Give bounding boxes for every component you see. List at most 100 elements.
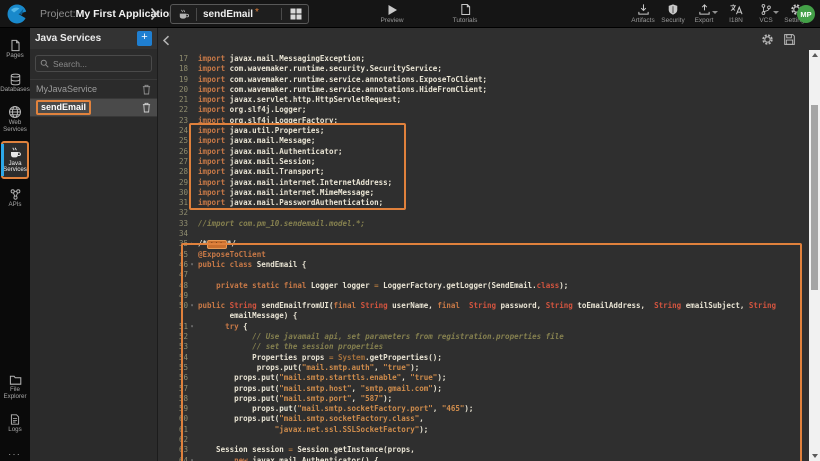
add-service-button[interactable]: + bbox=[137, 31, 152, 46]
code-line[interactable]: 61 "javax.net.ssl.SSLSocketFactory"); bbox=[162, 425, 806, 435]
nav-logs[interactable]: Logs bbox=[1, 408, 29, 438]
nav-apis[interactable]: APIs bbox=[1, 183, 29, 213]
code-line[interactable]: 64▾ new javax.mail.Authenticator() { bbox=[162, 456, 806, 461]
code-line[interactable]: 30import javax.mail.internet.MimeMessage… bbox=[162, 188, 806, 198]
code-line[interactable]: 49 bbox=[162, 291, 806, 301]
line-number: 29 bbox=[162, 178, 188, 188]
code-line[interactable]: 53 // set the session properties bbox=[162, 342, 806, 352]
dashboard-grid-icon[interactable] bbox=[281, 8, 302, 20]
code-line[interactable]: 52 // Use javamail api, set parameters f… bbox=[162, 332, 806, 342]
code-editor: 17import javax.mail.MessagingException;1… bbox=[158, 28, 820, 461]
code-line[interactable]: 58 props.put("mail.smtp.port", "587"); bbox=[162, 394, 806, 404]
code-line[interactable]: 57 props.put("mail.smtp.host", "smtp.gma… bbox=[162, 384, 806, 394]
line-number: 62 bbox=[162, 435, 188, 445]
scroll-down-button[interactable] bbox=[809, 451, 820, 461]
left-nav-rail: Pages Databases Web Services Java Servic… bbox=[0, 28, 30, 461]
scroll-up-button[interactable] bbox=[809, 50, 820, 60]
nav-pages[interactable]: Pages bbox=[1, 34, 29, 64]
editor-settings-button[interactable] bbox=[761, 33, 774, 46]
line-number: 64 bbox=[162, 456, 188, 461]
code-line[interactable]: 18import com.wavemaker.runtime.security.… bbox=[162, 64, 806, 74]
code-line[interactable]: 45@ExposeToClient bbox=[162, 250, 806, 260]
download-icon bbox=[637, 3, 650, 16]
code-line[interactable]: 35▸/*···*/ bbox=[162, 239, 806, 249]
code-line[interactable]: 54 Properties props = System.getProperti… bbox=[162, 353, 806, 363]
fold-marker bbox=[188, 116, 196, 126]
search-input[interactable] bbox=[53, 59, 143, 69]
fold-marker bbox=[188, 208, 196, 218]
line-number: 45 bbox=[162, 250, 188, 260]
code-line[interactable]: 56 props.put("mail.smtp.starttls.enable"… bbox=[162, 373, 806, 383]
nav-databases[interactable]: Databases bbox=[1, 68, 29, 98]
code-line[interactable]: 47 bbox=[162, 270, 806, 280]
code-line[interactable]: 28import javax.mail.Transport; bbox=[162, 167, 806, 177]
fold-marker: ▾ bbox=[188, 301, 196, 311]
search-box[interactable] bbox=[35, 55, 152, 72]
code-line[interactable]: 31import javax.mail.PasswordAuthenticati… bbox=[162, 198, 806, 208]
service-item-sendemail[interactable]: sendEmail bbox=[30, 98, 157, 117]
line-number: 25 bbox=[162, 136, 188, 146]
code-line[interactable]: 22import org.slf4j.Logger; bbox=[162, 105, 806, 115]
code-line[interactable]: emailMessage) { bbox=[162, 311, 806, 321]
fold-marker bbox=[188, 178, 196, 188]
code-line[interactable]: 60 props.put("mail.smtp.socketFactory.cl… bbox=[162, 414, 806, 424]
code-line[interactable]: 33//import com.pm_10.sendemail.model.*; bbox=[162, 219, 806, 229]
tutorials-button[interactable]: Tutorials bbox=[445, 3, 485, 24]
nav-file-explorer[interactable]: File Explorer bbox=[1, 371, 29, 404]
code-line[interactable]: 32 bbox=[162, 208, 806, 218]
nav-java-services[interactable]: Java Services bbox=[1, 141, 29, 180]
more-options-button[interactable]: ... bbox=[9, 448, 22, 457]
nav-web-services[interactable]: Web Services bbox=[1, 102, 29, 137]
user-avatar[interactable]: MP bbox=[797, 5, 815, 23]
line-number: 32 bbox=[162, 208, 188, 218]
line-number: 19 bbox=[162, 75, 188, 85]
wavemaker-logo-icon[interactable] bbox=[6, 3, 28, 25]
code-line[interactable]: 21import javax.servlet.http.HttpServletR… bbox=[162, 95, 806, 105]
fold-marker bbox=[188, 136, 196, 146]
fold-marker bbox=[188, 95, 196, 105]
fold-marker bbox=[188, 157, 196, 167]
fold-marker bbox=[188, 64, 196, 74]
fold-marker bbox=[188, 147, 196, 157]
code-line[interactable]: 59 props.put("mail.smtp.socketFactory.po… bbox=[162, 404, 806, 414]
code-line[interactable]: 17import javax.mail.MessagingException; bbox=[162, 54, 806, 64]
code-line[interactable]: 46▾public class SendEmail { bbox=[162, 260, 806, 270]
code-line[interactable]: 63 Session session = Session.getInstance… bbox=[162, 445, 806, 455]
line-number: 55 bbox=[162, 363, 188, 373]
line-number: 52 bbox=[162, 332, 188, 342]
code-line[interactable]: 34 bbox=[162, 229, 806, 239]
code-line[interactable]: 26import javax.mail.Authenticator; bbox=[162, 147, 806, 157]
line-number bbox=[162, 311, 188, 321]
save-button[interactable] bbox=[783, 33, 796, 46]
upload-icon bbox=[698, 3, 711, 16]
scroll-thumb[interactable] bbox=[811, 105, 818, 290]
code-line[interactable]: 50▾public String sendEmailfromUI(final S… bbox=[162, 301, 806, 311]
collapse-panel-button[interactable] bbox=[162, 35, 170, 46]
code-line[interactable]: 20import com.wavemaker.runtime.service.a… bbox=[162, 85, 806, 95]
fold-marker bbox=[188, 404, 196, 414]
code-line[interactable]: 25import javax.mail.Message; bbox=[162, 136, 806, 146]
code-line[interactable]: 23import org.slf4j.LoggerFactory; bbox=[162, 116, 806, 126]
delete-icon[interactable] bbox=[142, 84, 151, 95]
shield-icon bbox=[667, 3, 679, 16]
fold-marker bbox=[188, 229, 196, 239]
service-item-myjavaservice[interactable]: MyJavaService bbox=[30, 79, 157, 98]
code-line[interactable]: 19import com.wavemaker.runtime.service.a… bbox=[162, 75, 806, 85]
code-line[interactable]: 48 private static final Logger logger = … bbox=[162, 281, 806, 291]
fold-marker bbox=[188, 85, 196, 95]
line-number: 48 bbox=[162, 281, 188, 291]
scrollbar[interactable] bbox=[809, 50, 820, 461]
code-line[interactable]: 27import javax.mail.Session; bbox=[162, 157, 806, 167]
code-area[interactable]: 17import javax.mail.MessagingException;1… bbox=[162, 54, 806, 461]
code-line[interactable]: 29import javax.mail.internet.InternetAdd… bbox=[162, 178, 806, 188]
fold-marker bbox=[188, 291, 196, 301]
active-indicator bbox=[1, 144, 4, 177]
code-line[interactable]: 24import java.util.Properties; bbox=[162, 126, 806, 136]
fold-marker bbox=[188, 342, 196, 352]
delete-icon[interactable] bbox=[142, 102, 151, 113]
preview-button[interactable]: Preview bbox=[372, 3, 412, 24]
code-line[interactable]: 51▾ try { bbox=[162, 322, 806, 332]
code-line[interactable]: 62 bbox=[162, 435, 806, 445]
editor-tab-sendemail[interactable]: sendEmail * bbox=[170, 4, 309, 24]
code-line[interactable]: 55 props.put("mail.smtp.auth", "true"); bbox=[162, 363, 806, 373]
